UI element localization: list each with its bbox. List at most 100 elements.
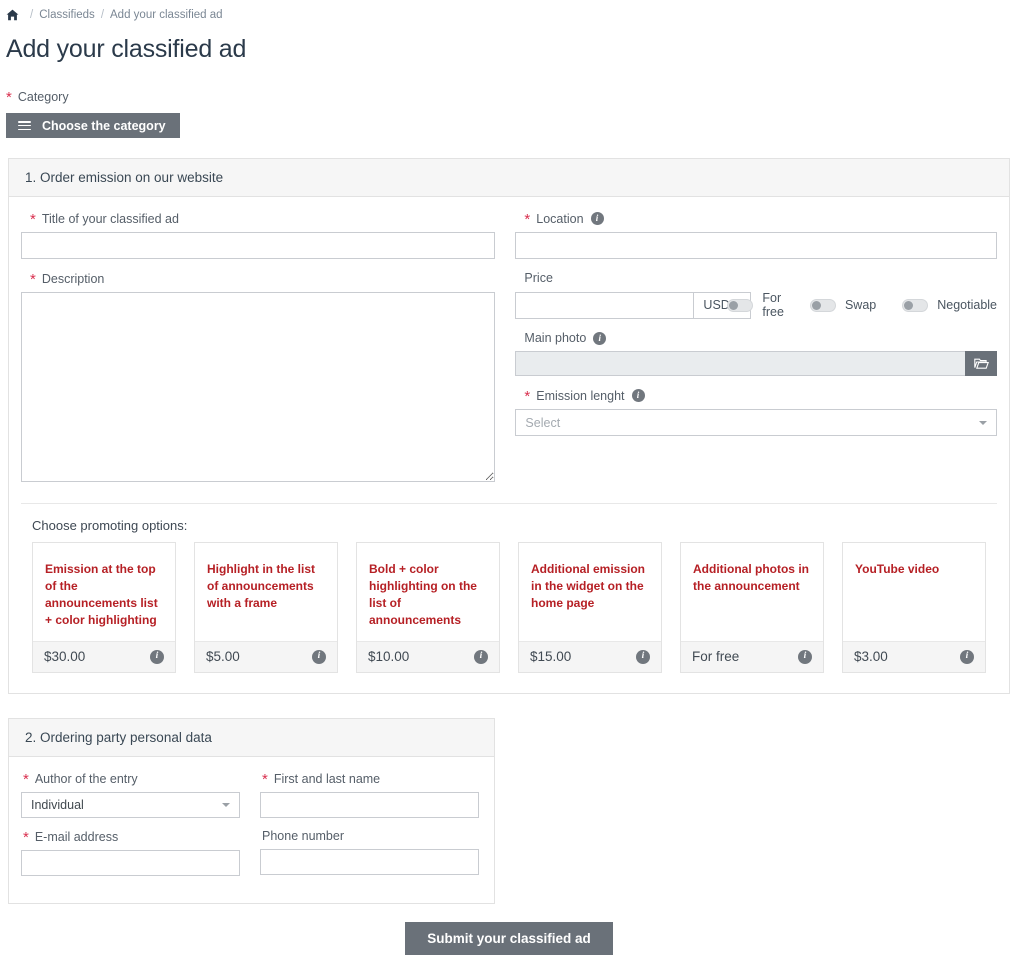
promo-option-card[interactable]: Additional photos in the announcement Fo… [680,542,824,674]
name-field-group: * First and last name [260,771,479,819]
toggle-switch-icon [727,298,754,312]
phone-label-row: Phone number [262,829,479,843]
choose-category-button[interactable]: Choose the category [6,113,180,138]
location-label: Location [536,211,584,226]
toggle-negotiable[interactable]: Negotiable [902,298,997,312]
main-photo-info-icon[interactable]: i [593,331,607,345]
description-field-group: * Description [21,271,496,485]
main-photo-filename-display [515,351,965,376]
section1-right-column: * Location i Price USD For free Swap Neg… [515,211,997,497]
promo-option-footer: For free i [681,641,823,673]
promo-option-info-icon[interactable]: i [474,649,488,664]
price-input-group: USD [515,291,751,319]
promoting-options-grid: Emission at the top of the announcements… [21,542,997,677]
email-label: E-mail address [34,829,119,844]
category-label: Category [17,89,69,104]
promo-option-card[interactable]: Emission at the top of the announcements… [32,542,176,674]
promo-option-info-icon[interactable]: i [960,649,974,664]
section1-body: * Title of your classified ad * Descript… [9,197,1009,693]
promo-option-info-icon[interactable]: i [798,649,812,664]
emission-length-label-row: * Emission lenght i [524,388,997,405]
promo-option-footer: $15.00 i [519,641,661,673]
promo-option-info-icon[interactable]: i [150,649,164,664]
promo-option-footer: $10.00 i [357,641,499,673]
currency-value: USD [703,298,730,312]
author-select[interactable]: Individual [21,792,240,819]
main-photo-field-group: Main photo i [515,331,997,376]
emission-length-label: Emission lenght [536,388,625,403]
promo-option-card[interactable]: Additional emission in the widget on the… [518,542,662,674]
toggle-swap-label: Swap [844,298,877,312]
email-label-row: * E-mail address [23,829,240,847]
price-toggles: For free Swap Negotiable [727,291,997,319]
author-label: Author of the entry [34,771,138,786]
location-label-row: * Location i [524,211,997,227]
main-photo-label-row: Main photo i [524,331,997,345]
emission-length-select[interactable]: Select [515,409,997,436]
promo-option-card[interactable]: YouTube video $3.00 i [842,542,986,674]
breadcrumb-item-current: Add your classified ad [110,8,223,21]
toggle-switch-icon [902,298,929,312]
promo-option-title: Additional emission in the widget on the… [531,562,646,611]
price-input[interactable] [515,291,694,319]
submit-button[interactable]: Submit your classified ad [405,922,613,955]
home-icon[interactable] [6,9,19,21]
main-photo-upload-row [515,351,997,376]
price-label-row: Price [524,271,997,285]
emission-length-field-group: * Emission lenght i Select [515,388,997,436]
promo-option-price: $15.00 [530,649,572,665]
required-asterisk: * [6,89,12,106]
breadcrumb-separator-2: / [100,8,105,21]
hamburger-menu-icon [18,121,31,130]
breadcrumb-separator-1: / [30,8,34,21]
promo-option-footer: $5.00 i [195,641,337,673]
location-info-icon[interactable]: i [590,212,604,225]
phone-label: Phone number [262,829,345,844]
browse-photo-button[interactable] [965,351,997,376]
breadcrumb-item-classifieds[interactable]: Classifieds [39,9,95,21]
title-label: Title of your classified ad [41,211,179,226]
promoting-divider [21,503,997,504]
promo-option-info-icon[interactable]: i [312,649,326,664]
promo-option-card[interactable]: Highlight in the list of announcements w… [194,542,338,674]
breadcrumb: / Classifieds / Add your classified ad [0,0,1018,22]
promo-option-price: For free [692,649,740,665]
section2-columns: * Author of the entry Individual * E-mai… [11,767,492,897]
section-personal-data: 2. Ordering party personal data * Author… [8,718,495,905]
promo-option-footer: $3.00 i [843,641,985,673]
section1-heading: 1. Order emission on our website [9,159,1009,197]
title-field-group: * Title of your classified ad [21,211,496,259]
category-label-row: * Category [6,89,1018,106]
toggle-switch-icon [809,298,836,312]
promo-option-card[interactable]: Bold + color highlighting on the list of… [356,542,500,674]
toggle-for-free[interactable]: For free [727,291,784,319]
description-label: Description [41,271,105,286]
toggle-swap[interactable]: Swap [809,298,877,312]
author-label-row: * Author of the entry [23,771,240,788]
section2-body: * Author of the entry Individual * E-mai… [9,757,494,903]
promo-option-price: $10.00 [368,649,410,665]
promo-option-title: Emission at the top of the announcements… [45,562,158,628]
choose-category-button-label: Choose the category [42,118,166,133]
open-folder-icon [973,358,989,369]
required-asterisk: * [30,211,36,228]
section2-right-column: * First and last name Phone number [260,771,479,887]
required-asterisk: * [524,388,531,405]
section2-left-column: * Author of the entry Individual * E-mai… [21,771,240,887]
description-textarea[interactable] [21,292,496,482]
promo-option-info-icon[interactable]: i [636,649,650,664]
location-input[interactable] [515,232,997,259]
promo-option-price: $30.00 [44,649,86,665]
name-label: First and last name [273,771,381,786]
promo-option-title: Additional photos in the announcement [693,562,809,594]
required-asterisk: * [262,771,268,789]
phone-input[interactable] [260,849,479,876]
emission-length-info-icon[interactable]: i [631,389,645,402]
title-input[interactable] [21,232,496,259]
required-asterisk: * [23,829,29,847]
promo-option-title: Highlight in the list of announcements w… [207,562,315,611]
section1-left-column: * Title of your classified ad * Descript… [21,211,496,497]
name-input[interactable] [260,792,479,819]
page-title: Add your classified ad [6,35,247,63]
email-input[interactable] [21,850,240,877]
